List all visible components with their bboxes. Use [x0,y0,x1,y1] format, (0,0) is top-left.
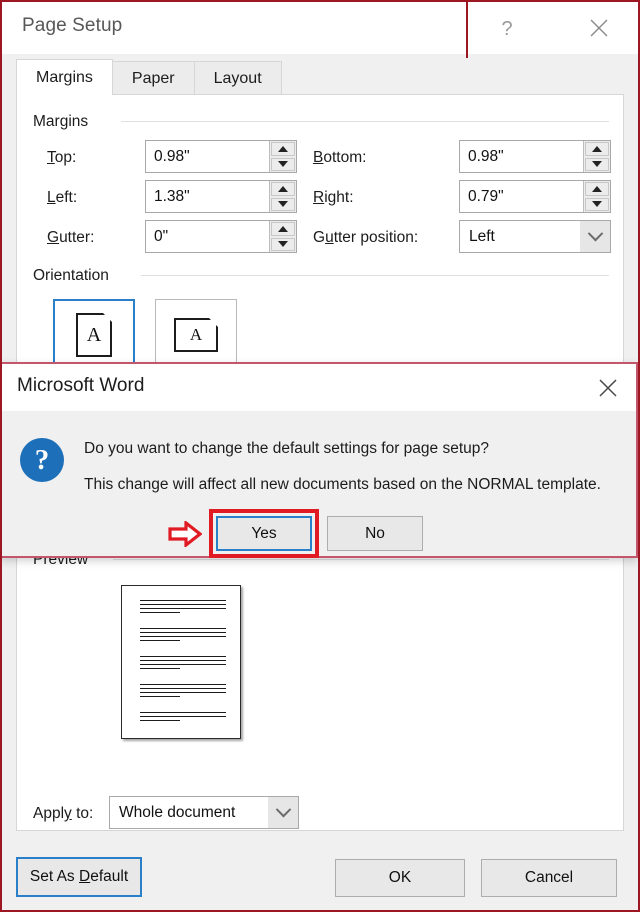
orientation-group-rule [141,275,609,276]
preview-group-rule [113,559,609,560]
margins-group-rule [121,121,609,122]
bottom-margin-increase-icon[interactable] [585,142,609,156]
chevron-down-icon[interactable] [268,797,298,828]
gutter-position-select[interactable]: Left [459,220,611,253]
preview-paragraph [140,628,226,644]
right-margin-decrease-icon[interactable] [585,197,609,211]
apply-to-value: Whole document [119,803,236,821]
preview-paragraph [140,600,226,616]
gutter-input[interactable]: 0" [146,221,269,252]
red-arrow-right-icon [168,521,202,547]
close-icon-glyph [590,19,608,37]
left-margin-label: Left: [47,189,78,206]
portrait-page-icon: A [76,313,112,357]
message-box-title: Microsoft Word [17,375,145,396]
right-margin-increase-icon[interactable] [585,182,609,196]
ok-button[interactable]: OK [335,859,465,897]
top-margin-input[interactable]: 0.98" [146,141,269,172]
orientation-option-landscape[interactable]: A [155,299,237,371]
close-icon[interactable] [578,12,620,44]
bottom-margin-stepper[interactable]: 0.98" [459,140,611,173]
gutter-position-value: Left [469,227,495,245]
page-setup-titlebar: Page Setup ? [2,2,638,54]
gutter-decrease-icon[interactable] [271,237,295,251]
right-margin-spin-buttons [583,181,610,212]
bottom-margin-spin-buttons [583,141,610,172]
tab-paper[interactable]: Paper [111,61,195,95]
landscape-page-icon: A [174,318,218,352]
message-line-1: Do you want to change the default settin… [84,440,489,457]
gutter-stepper[interactable]: 0" [145,220,297,253]
microsoft-word-message-box: Microsoft Word ? Do you want to change t… [0,362,638,558]
close-icon-glyph [599,379,617,397]
right-margin-stepper[interactable]: 0.79" [459,180,611,213]
bottom-margin-label: Bottom: [313,149,367,166]
orientation-option-portrait[interactable]: A [53,299,135,371]
message-line-2: This change will affect all new document… [84,476,601,493]
gutter-label: Gutter: [47,229,95,246]
gutter-position-label: Gutter position: [313,229,419,246]
top-margin-increase-icon[interactable] [271,142,295,156]
bottom-margin-input[interactable]: 0.98" [460,141,583,172]
yes-button[interactable]: Yes [216,516,312,551]
left-margin-increase-icon[interactable] [271,182,295,196]
left-margin-input[interactable]: 1.38" [146,181,269,212]
orientation-group-label: Orientation [33,267,117,285]
page-title: Page Setup [22,15,123,36]
preview-paragraph [140,684,226,700]
set-as-default-button[interactable]: Set As Default [16,857,142,897]
gutter-spin-buttons [269,221,296,252]
help-icon[interactable]: ? [492,14,522,44]
tab-bar: Margins Paper Layout [16,59,624,95]
apply-to-label: Apply to: [33,805,94,822]
no-button[interactable]: No [327,516,423,551]
cancel-button[interactable]: Cancel [481,859,617,897]
left-margin-stepper[interactable]: 1.38" [145,180,297,213]
preview-paragraph [140,712,226,724]
top-margin-stepper[interactable]: 0.98" [145,140,297,173]
top-margin-spin-buttons [269,141,296,172]
bottom-margin-decrease-icon[interactable] [585,157,609,171]
tab-margins[interactable]: Margins [16,59,113,95]
left-margin-spin-buttons [269,181,296,212]
top-margin-decrease-icon[interactable] [271,157,295,171]
message-box-titlebar: Microsoft Word [2,364,636,411]
apply-to-select[interactable]: Whole document [109,796,299,829]
chevron-down-icon[interactable] [580,221,610,252]
margins-group-label: Margins [33,113,97,131]
close-icon[interactable] [588,372,628,404]
question-circle-icon: ? [20,438,64,482]
annotation-frame-notch [466,0,468,58]
page-preview-thumbnail [121,585,241,739]
gutter-increase-icon[interactable] [271,222,295,236]
right-margin-input[interactable]: 0.79" [460,181,583,212]
left-margin-decrease-icon[interactable] [271,197,295,211]
right-margin-label: Right: [313,189,354,206]
top-margin-label: Top: [47,149,77,166]
tab-layout[interactable]: Layout [193,61,282,95]
preview-paragraph [140,656,226,672]
